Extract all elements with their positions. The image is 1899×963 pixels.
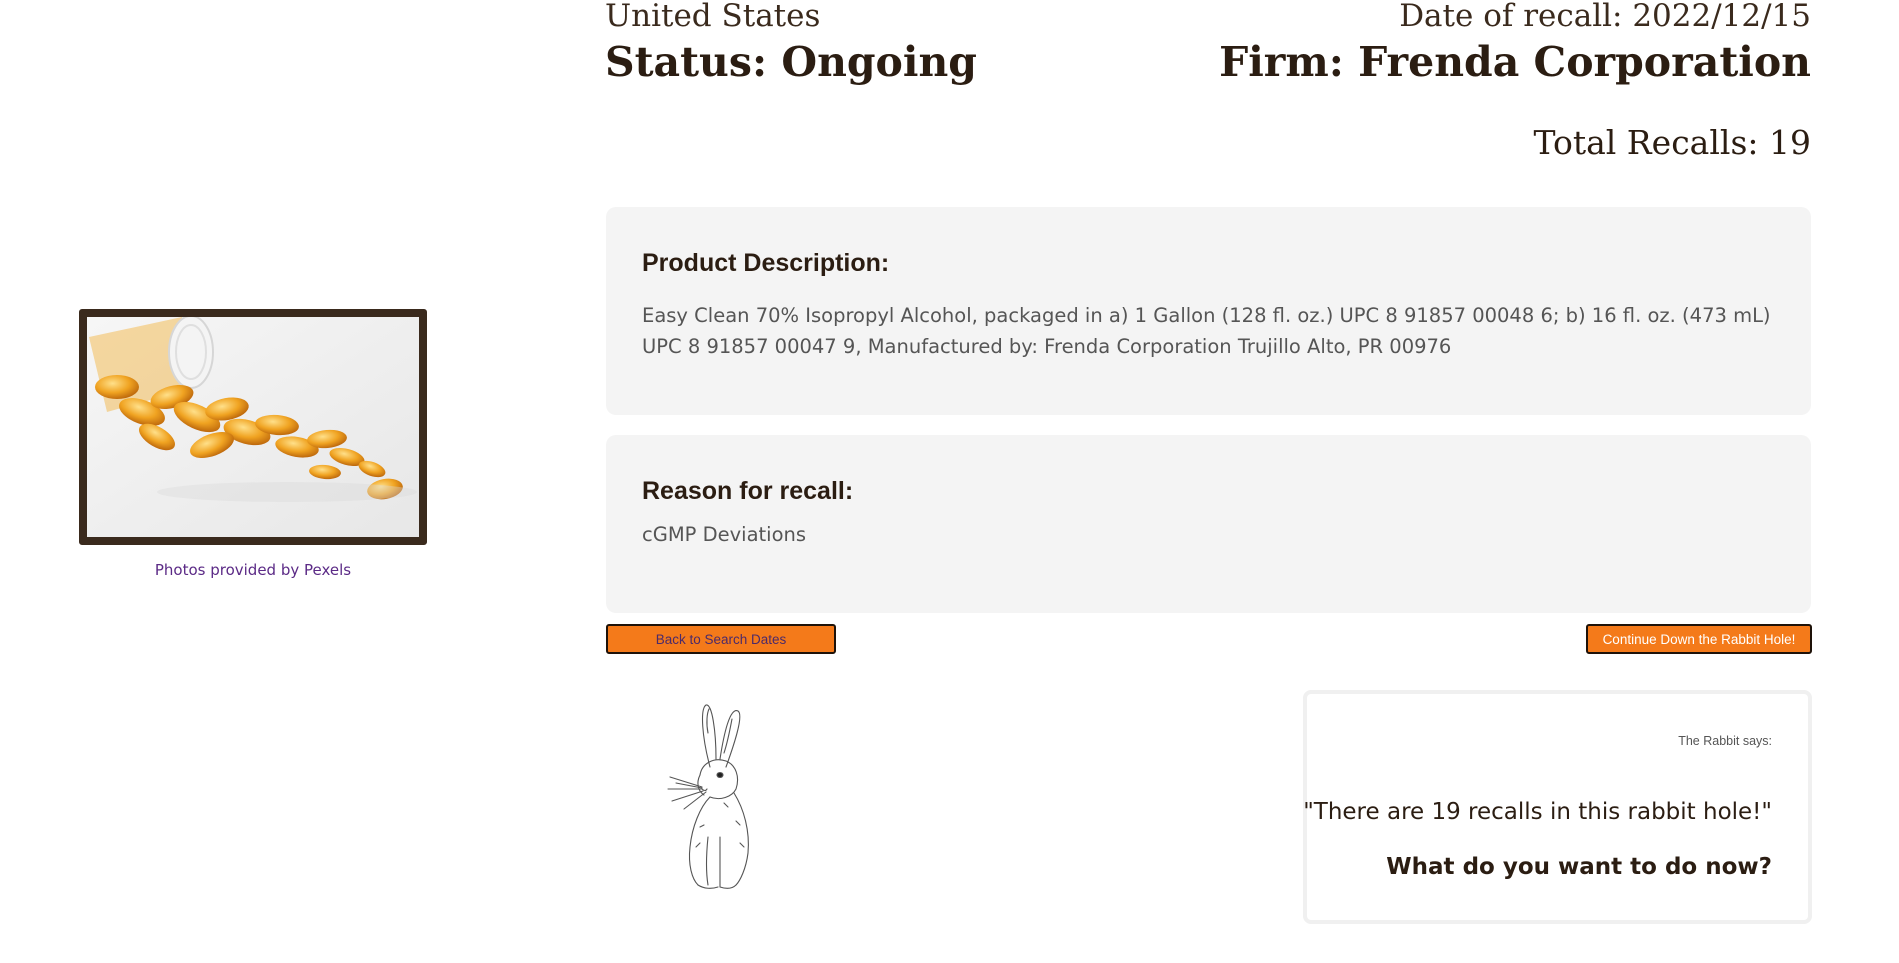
rabbit-speech-card: The Rabbit says: "There are 19 recalls i… bbox=[1303, 690, 1812, 924]
firm-heading: Firm: Frenda Corporation bbox=[1219, 38, 1811, 86]
reason-panel: Reason for recall: cGMP Deviations bbox=[606, 435, 1811, 613]
product-description-heading: Product Description: bbox=[642, 249, 890, 277]
recall-date: Date of recall: 2022/12/15 bbox=[1399, 0, 1811, 34]
total-recalls: Total Recalls: 19 bbox=[1533, 123, 1811, 162]
rabbit-prompt: What do you want to do now? bbox=[1386, 854, 1772, 880]
photo-credit-link[interactable]: Photos provided by Pexels bbox=[79, 561, 427, 579]
product-description-panel: Product Description: Easy Clean 70% Isop… bbox=[606, 207, 1811, 415]
product-description-text: Easy Clean 70% Isopropyl Alcohol, packag… bbox=[642, 304, 1771, 358]
rabbit-says-label: The Rabbit says: bbox=[1678, 734, 1772, 748]
back-to-search-dates-button[interactable]: Back to Search Dates bbox=[606, 624, 836, 654]
pill-bottle-photo-icon bbox=[87, 317, 419, 537]
reason-heading: Reason for recall: bbox=[642, 477, 854, 505]
rabbit-illustration-icon bbox=[667, 704, 749, 889]
rabbit-quote: "There are 19 recalls in this rabbit hol… bbox=[1303, 799, 1772, 825]
country-label: United States bbox=[605, 0, 821, 34]
product-photo bbox=[79, 309, 427, 545]
reason-text: cGMP Deviations bbox=[642, 523, 807, 546]
continue-rabbit-hole-button[interactable]: Continue Down the Rabbit Hole! bbox=[1586, 624, 1812, 654]
status-heading: Status: Ongoing bbox=[605, 38, 977, 86]
